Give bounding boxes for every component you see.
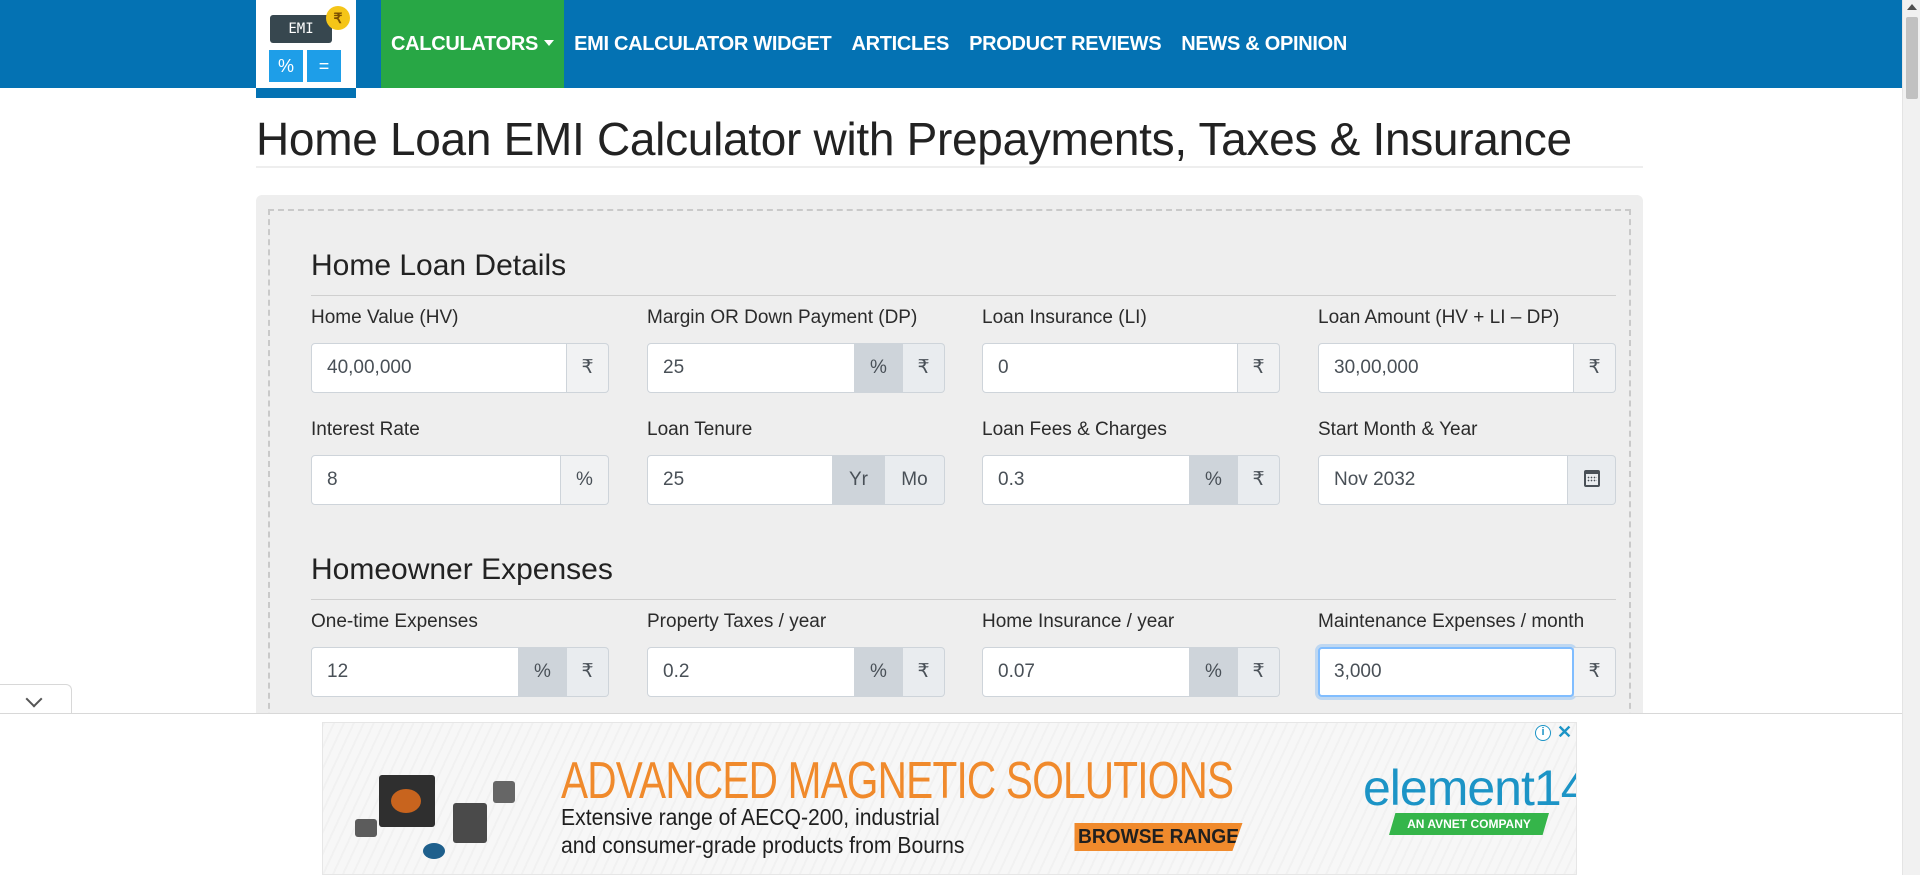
one-time-expenses-input[interactable]: [311, 647, 519, 697]
loan-tenure-group: Yr Mo: [647, 455, 945, 505]
chevron-down-icon: [25, 690, 43, 708]
down-payment-input[interactable]: [647, 343, 855, 393]
loan-tenure-input[interactable]: [647, 455, 833, 505]
rupee-coin-icon: ₹: [326, 6, 350, 30]
loan-fees-group: % ₹: [982, 455, 1280, 505]
start-month-group: [1318, 455, 1616, 505]
element14-logo: element14: [1363, 760, 1577, 816]
browse-range-button[interactable]: BROWSE RANGE: [1074, 823, 1243, 851]
nav-articles[interactable]: ARTICLES: [841, 0, 959, 88]
nav-calculators-label: CALCULATORS: [391, 33, 539, 55]
home-value-rupee-addon: ₹: [567, 343, 609, 393]
loan-tenure-years-toggle[interactable]: Yr: [833, 455, 885, 505]
maintenance-expenses-group: ₹: [1318, 647, 1616, 697]
loan-tenure-label: Loan Tenure: [647, 419, 753, 440]
interest-rate-percent-addon: %: [561, 455, 609, 505]
title-divider: [256, 166, 1643, 168]
down-payment-rupee-toggle[interactable]: ₹: [903, 343, 945, 393]
copper-coil: [391, 789, 421, 813]
loan-fees-percent-toggle[interactable]: %: [1190, 455, 1238, 505]
interest-rate-input[interactable]: [311, 455, 561, 505]
calendar-button[interactable]: [1568, 455, 1616, 505]
home-insurance-input[interactable]: [982, 647, 1190, 697]
loan-fees-rupee-toggle[interactable]: ₹: [1238, 455, 1280, 505]
page-scrollbar[interactable]: [1902, 0, 1920, 875]
scrollbar-thumb[interactable]: [1906, 17, 1918, 99]
property-taxes-rupee-toggle[interactable]: ₹: [903, 647, 945, 697]
ad-body: Extensive range of AECQ-200, industrial …: [561, 803, 964, 859]
one-time-expenses-group: % ₹: [311, 647, 609, 697]
home-insurance-group: % ₹: [982, 647, 1280, 697]
one-time-expenses-label: One-time Expenses: [311, 611, 478, 632]
nav-product-reviews[interactable]: PRODUCT REVIEWS: [959, 0, 1171, 88]
nav-news-opinion[interactable]: NEWS & OPINION: [1171, 0, 1357, 88]
ad-info-icon[interactable]: i: [1535, 725, 1551, 741]
property-taxes-input[interactable]: [647, 647, 855, 697]
equals-key-icon: =: [307, 50, 341, 82]
ad-headline: ADVANCED MAGNETIC SOLUTIONS: [561, 752, 1234, 810]
loan-amount-label: Loan Amount (HV + LI – DP): [1318, 307, 1560, 328]
percent-key-icon: %: [269, 50, 303, 82]
down-payment-label: Margin OR Down Payment (DP): [647, 307, 918, 328]
property-taxes-label: Property Taxes / year: [647, 611, 827, 632]
property-taxes-percent-toggle[interactable]: %: [855, 647, 903, 697]
loan-amount-group: ₹: [1318, 343, 1616, 393]
loan-fees-input[interactable]: [982, 455, 1190, 505]
loan-details-divider: [311, 295, 1616, 296]
loan-insurance-rupee-addon: ₹: [1238, 343, 1280, 393]
nav-emi-widget[interactable]: EMI CALCULATOR WIDGET: [564, 0, 841, 88]
round-part: [423, 843, 445, 859]
down-payment-group: % ₹: [647, 343, 945, 393]
loan-fees-label: Loan Fees & Charges: [982, 419, 1167, 440]
maintenance-expenses-input[interactable]: [1318, 647, 1574, 697]
ad-body-line-2: and consumer-grade products from Bourns: [561, 832, 965, 858]
property-taxes-group: % ₹: [647, 647, 945, 697]
nav-calculators[interactable]: CALCULATORS: [381, 0, 565, 88]
home-insurance-label: Home Insurance / year: [982, 611, 1175, 632]
one-time-percent-toggle[interactable]: %: [519, 647, 567, 697]
down-payment-percent-toggle[interactable]: %: [855, 343, 903, 393]
calculator-panel: Home Loan Details Home Value (HV) Margin…: [256, 195, 1643, 729]
loan-details-heading: Home Loan Details: [311, 249, 567, 282]
ad-body-line-1: Extensive range of AECQ-200, industrial: [561, 804, 940, 830]
small-part: [493, 781, 515, 803]
smd-part: [355, 819, 377, 837]
homeowner-expenses-divider: [311, 599, 1616, 600]
top-navbar: EMI ₹ % = CALCULATORS EMI CALCULATOR WID…: [0, 0, 1902, 98]
start-month-label: Start Month & Year: [1318, 419, 1478, 440]
scroll-up-arrow-icon[interactable]: [1907, 4, 1917, 10]
home-value-group: ₹: [311, 343, 609, 393]
ad-close-icon[interactable]: ✕: [1557, 723, 1572, 743]
loan-insurance-input[interactable]: [982, 343, 1238, 393]
page-title: Home Loan EMI Calculator with Prepayment…: [256, 113, 1572, 165]
calendar-icon: [1583, 470, 1600, 487]
home-insurance-rupee-toggle[interactable]: ₹: [1238, 647, 1280, 697]
maintenance-expenses-label: Maintenance Expenses / month: [1318, 611, 1585, 632]
maintenance-rupee-addon: ₹: [1574, 647, 1616, 697]
one-time-rupee-toggle[interactable]: ₹: [567, 647, 609, 697]
caret-down-icon: [544, 40, 555, 46]
loan-tenure-months-toggle[interactable]: Mo: [885, 455, 945, 505]
choke-part: [453, 803, 487, 843]
ad-collapse-tab[interactable]: [0, 684, 72, 714]
home-value-label: Home Value (HV): [311, 307, 459, 328]
advertisement-banner[interactable]: ADVANCED MAGNETIC SOLUTIONS Extensive ra…: [322, 722, 1577, 875]
interest-rate-label: Interest Rate: [311, 419, 420, 440]
loan-insurance-group: ₹: [982, 343, 1280, 393]
interest-rate-group: %: [311, 455, 609, 505]
start-month-input[interactable]: [1318, 455, 1568, 505]
nav-menu: CALCULATORS EMI CALCULATOR WIDGET ARTICL…: [381, 0, 1357, 88]
home-insurance-percent-toggle[interactable]: %: [1190, 647, 1238, 697]
site-logo[interactable]: EMI ₹ % =: [256, 0, 356, 98]
calculator-form: Home Loan Details Home Value (HV) Margin…: [268, 209, 1631, 729]
loan-insurance-label: Loan Insurance (LI): [982, 307, 1147, 328]
ad-product-image: [341, 753, 541, 863]
homeowner-expenses-heading: Homeowner Expenses: [311, 553, 613, 586]
home-value-input[interactable]: [311, 343, 567, 393]
avnet-tagline: AN AVNET COMPANY: [1389, 813, 1549, 835]
loan-amount-input[interactable]: [1318, 343, 1574, 393]
loan-amount-rupee-addon: ₹: [1574, 343, 1616, 393]
logo-screen: EMI: [270, 15, 332, 43]
